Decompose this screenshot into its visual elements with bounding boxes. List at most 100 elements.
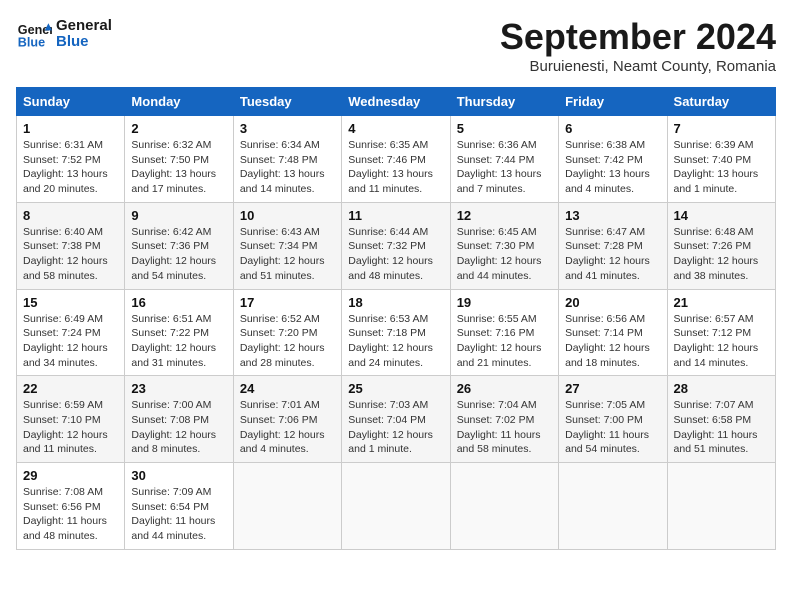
day-number: 22 [23,381,118,396]
day-info: Sunrise: 6:48 AMSunset: 7:26 PMDaylight:… [674,225,769,284]
calendar-cell: 20 Sunrise: 6:56 AMSunset: 7:14 PMDayligh… [559,289,667,376]
day-info: Sunrise: 6:40 AMSunset: 7:38 PMDaylight:… [23,225,118,284]
calendar-week-row: 29 Sunrise: 7:08 AMSunset: 6:56 PMDayligh… [17,463,776,550]
day-number: 16 [131,295,226,310]
day-number: 9 [131,208,226,223]
calendar-cell: 18Sunrise: 6:53 AMSunset: 7:18 PMDayligh… [342,289,450,376]
calendar-cell: 28 Sunrise: 7:07 AMSunset: 6:58 PMDayligh… [667,376,775,463]
calendar-cell: 4Sunrise: 6:35 AMSunset: 7:46 PMDaylight… [342,116,450,203]
day-number: 17 [240,295,335,310]
day-info: Sunrise: 7:00 AMSunset: 7:08 PMDaylight:… [131,398,226,457]
calendar-cell: 21 Sunrise: 6:57 AMSunset: 7:12 PMDayligh… [667,289,775,376]
day-info: Sunrise: 6:49 AMSunset: 7:24 PMDaylight:… [23,312,118,371]
day-number: 28 [674,381,769,396]
day-info: Sunrise: 6:53 AMSunset: 7:18 PMDaylight:… [348,312,443,371]
day-info: Sunrise: 7:07 AMSunset: 6:58 PMDaylight:… [674,398,769,457]
day-info: Sunrise: 6:56 AMSunset: 7:14 PMDaylight:… [565,312,660,371]
day-number: 1 [23,121,118,136]
calendar-cell: 23 Sunrise: 7:00 AMSunset: 7:08 PMDayligh… [125,376,233,463]
day-info: Sunrise: 6:52 AMSunset: 7:20 PMDaylight:… [240,312,335,371]
day-number: 6 [565,121,660,136]
calendar-cell: 11 Sunrise: 6:44 AMSunset: 7:32 PMDayligh… [342,202,450,289]
day-info: Sunrise: 6:32 AMSunset: 7:50 PMDaylight:… [131,138,226,197]
logo: General Blue General Blue [16,16,112,52]
day-number: 30 [131,468,226,483]
calendar-cell: 12 Sunrise: 6:45 AMSunset: 7:30 PMDayligh… [450,202,558,289]
day-info: Sunrise: 6:42 AMSunset: 7:36 PMDaylight:… [131,225,226,284]
calendar-cell: 10 Sunrise: 6:43 AMSunset: 7:34 PMDayligh… [233,202,341,289]
day-info: Sunrise: 6:57 AMSunset: 7:12 PMDaylight:… [674,312,769,371]
calendar-cell: 13 Sunrise: 6:47 AMSunset: 7:28 PMDayligh… [559,202,667,289]
day-info: Sunrise: 6:36 AMSunset: 7:44 PMDaylight:… [457,138,552,197]
day-number: 21 [674,295,769,310]
calendar-body: 1 Sunrise: 6:31 AMSunset: 7:52 PMDaylight… [17,116,776,550]
day-number: 20 [565,295,660,310]
day-info: Sunrise: 7:04 AMSunset: 7:02 PMDaylight:… [457,398,552,457]
day-number: 23 [131,381,226,396]
page-header: General Blue General Blue September 2024… [16,16,776,75]
month-title: September 2024 [500,16,776,58]
day-info: Sunrise: 6:34 AMSunset: 7:48 PMDaylight:… [240,138,335,197]
calendar-cell: 24 Sunrise: 7:01 AMSunset: 7:06 PMDayligh… [233,376,341,463]
calendar-week-row: 15 Sunrise: 6:49 AMSunset: 7:24 PMDayligh… [17,289,776,376]
calendar-cell: 14 Sunrise: 6:48 AMSunset: 7:26 PMDayligh… [667,202,775,289]
calendar-cell: 8 Sunrise: 6:40 AMSunset: 7:38 PMDaylight… [17,202,125,289]
weekday-header-thursday: Thursday [450,88,558,116]
weekday-header-sunday: Sunday [17,88,125,116]
weekday-header-saturday: Saturday [667,88,775,116]
day-number: 10 [240,208,335,223]
location-subtitle: Buruienesti, Neamt County, Romania [500,58,776,75]
day-number: 12 [457,208,552,223]
day-number: 15 [23,295,118,310]
day-number: 29 [23,468,118,483]
day-number: 2 [131,121,226,136]
weekday-header-friday: Friday [559,88,667,116]
day-number: 26 [457,381,552,396]
day-info: Sunrise: 6:43 AMSunset: 7:34 PMDaylight:… [240,225,335,284]
day-info: Sunrise: 6:51 AMSunset: 7:22 PMDaylight:… [131,312,226,371]
day-info: Sunrise: 7:01 AMSunset: 7:06 PMDaylight:… [240,398,335,457]
logo-icon: General Blue [16,16,52,52]
day-number: 24 [240,381,335,396]
day-number: 19 [457,295,552,310]
calendar-cell [667,463,775,550]
day-info: Sunrise: 6:47 AMSunset: 7:28 PMDaylight:… [565,225,660,284]
day-number: 8 [23,208,118,223]
day-number: 3 [240,121,335,136]
day-number: 11 [348,208,443,223]
weekday-header-monday: Monday [125,88,233,116]
calendar-cell: 29 Sunrise: 7:08 AMSunset: 6:56 PMDayligh… [17,463,125,550]
weekday-header-tuesday: Tuesday [233,88,341,116]
calendar-cell: 25Sunrise: 7:03 AMSunset: 7:04 PMDayligh… [342,376,450,463]
weekday-header-wednesday: Wednesday [342,88,450,116]
svg-text:Blue: Blue [18,36,45,50]
day-info: Sunrise: 6:31 AMSunset: 7:52 PMDaylight:… [23,138,118,197]
calendar-header-row: SundayMondayTuesdayWednesdayThursdayFrid… [17,88,776,116]
day-number: 14 [674,208,769,223]
calendar-cell: 1 Sunrise: 6:31 AMSunset: 7:52 PMDaylight… [17,116,125,203]
day-info: Sunrise: 6:55 AMSunset: 7:16 PMDaylight:… [457,312,552,371]
calendar-cell [342,463,450,550]
day-info: Sunrise: 7:03 AMSunset: 7:04 PMDaylight:… [348,398,443,457]
calendar-week-row: 22Sunrise: 6:59 AMSunset: 7:10 PMDayligh… [17,376,776,463]
day-number: 7 [674,121,769,136]
day-number: 27 [565,381,660,396]
calendar-cell: 27Sunrise: 7:05 AMSunset: 7:00 PMDayligh… [559,376,667,463]
calendar-cell: 15 Sunrise: 6:49 AMSunset: 7:24 PMDayligh… [17,289,125,376]
calendar-cell: 17 Sunrise: 6:52 AMSunset: 7:20 PMDayligh… [233,289,341,376]
calendar-cell: 2 Sunrise: 6:32 AMSunset: 7:50 PMDaylight… [125,116,233,203]
day-info: Sunrise: 6:44 AMSunset: 7:32 PMDaylight:… [348,225,443,284]
day-info: Sunrise: 6:39 AMSunset: 7:40 PMDaylight:… [674,138,769,197]
calendar-cell [559,463,667,550]
day-info: Sunrise: 7:08 AMSunset: 6:56 PMDaylight:… [23,485,118,544]
calendar-cell: 30Sunrise: 7:09 AMSunset: 6:54 PMDayligh… [125,463,233,550]
day-number: 4 [348,121,443,136]
calendar-cell: 9 Sunrise: 6:42 AMSunset: 7:36 PMDaylight… [125,202,233,289]
day-info: Sunrise: 6:45 AMSunset: 7:30 PMDaylight:… [457,225,552,284]
day-number: 13 [565,208,660,223]
calendar-cell: 19 Sunrise: 6:55 AMSunset: 7:16 PMDayligh… [450,289,558,376]
calendar-cell [450,463,558,550]
calendar-week-row: 1 Sunrise: 6:31 AMSunset: 7:52 PMDaylight… [17,116,776,203]
calendar-table: SundayMondayTuesdayWednesdayThursdayFrid… [16,87,776,550]
title-area: September 2024 Buruienesti, Neamt County… [500,16,776,75]
